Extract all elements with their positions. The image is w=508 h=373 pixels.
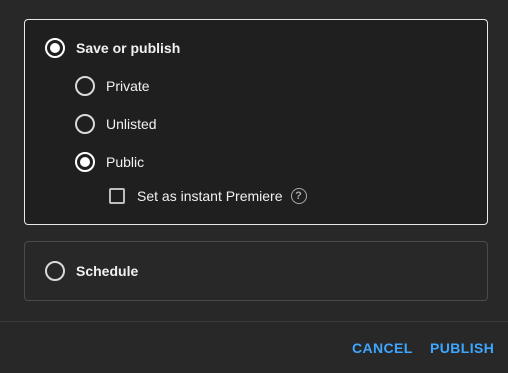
unlisted-radio[interactable] (75, 114, 95, 134)
visibility-dialog: Save or publish Private Unlisted Public … (0, 0, 508, 373)
cancel-button[interactable]: CANCEL (352, 338, 413, 358)
visibility-option-public[interactable]: Public (75, 152, 144, 172)
schedule-option[interactable]: Schedule (45, 261, 138, 281)
unlisted-label: Unlisted (106, 116, 157, 132)
visibility-option-private[interactable]: Private (75, 76, 150, 96)
public-label: Public (106, 154, 145, 170)
schedule-panel[interactable]: Schedule (24, 241, 488, 301)
footer-divider (0, 321, 508, 322)
instant-premiere-label: Set as instant Premiere (137, 188, 283, 204)
private-radio[interactable] (75, 76, 95, 96)
save-or-publish-radio[interactable] (45, 38, 65, 58)
save-or-publish-panel[interactable]: Save or publish Private Unlisted Public … (24, 19, 488, 225)
public-radio[interactable] (75, 152, 95, 172)
instant-premiere-checkbox[interactable] (109, 188, 125, 204)
save-or-publish-option[interactable]: Save or publish (45, 38, 180, 58)
save-or-publish-label: Save or publish (76, 40, 181, 56)
publish-button[interactable]: PUBLISH (430, 338, 494, 358)
schedule-label: Schedule (76, 263, 139, 279)
instant-premiere-option[interactable]: Set as instant Premiere ? (109, 186, 307, 206)
visibility-option-unlisted[interactable]: Unlisted (75, 114, 157, 134)
help-circle-icon[interactable]: ? (290, 188, 307, 204)
private-label: Private (106, 78, 150, 94)
schedule-radio[interactable] (45, 261, 65, 281)
